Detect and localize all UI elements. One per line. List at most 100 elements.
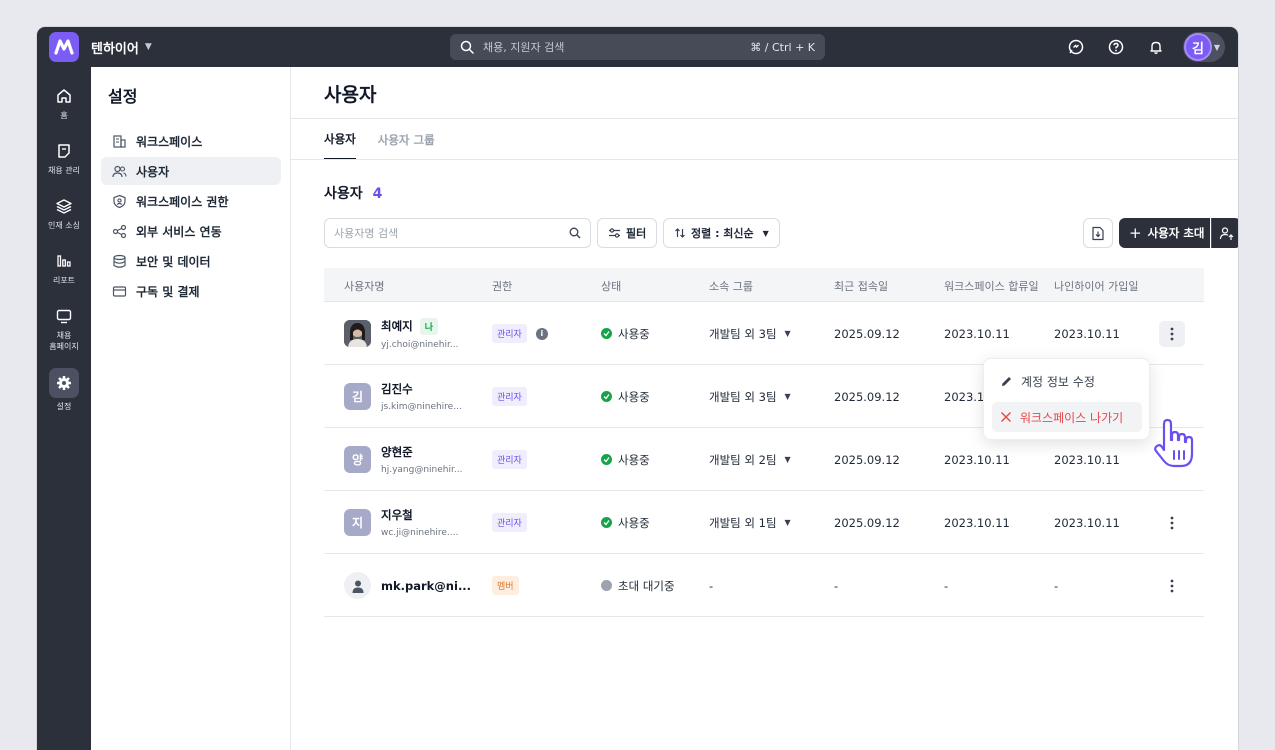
chevron-down-icon: ▼ bbox=[144, 42, 152, 52]
last-login: 2025.09.12 bbox=[834, 515, 900, 530]
group-dropdown[interactable]: 개발팀 외 3팀 ▼ bbox=[709, 302, 791, 365]
user-search-input[interactable]: 사용자명 검색 bbox=[324, 218, 591, 248]
sort-label: 정렬 : 최신순 bbox=[691, 227, 754, 240]
tab-users[interactable]: 사용자 bbox=[324, 119, 356, 160]
share-icon bbox=[111, 223, 127, 239]
column-header-name[interactable]: 사용자명 bbox=[344, 278, 384, 294]
close-icon bbox=[1001, 412, 1011, 422]
joined-ninehire: 2023.10.11 bbox=[1054, 515, 1120, 530]
rail-item-recruiting[interactable]: 채용 관리 bbox=[37, 140, 91, 176]
layers-icon bbox=[37, 195, 91, 217]
column-header-role[interactable]: 권한 bbox=[492, 278, 512, 294]
sidebar-item-label: 사용자 bbox=[136, 164, 170, 179]
top-bar: 텐하이어 ▼ 채용, 지원자 검색 ⌘ / Ctrl + K 김 ▼ bbox=[37, 27, 1238, 67]
search-placeholder: 채용, 지원자 검색 bbox=[483, 41, 565, 54]
more-options-button[interactable] bbox=[1159, 510, 1185, 536]
rail-item-sourcing[interactable]: 인재 소싱 bbox=[37, 195, 91, 231]
table-row[interactable]: mk.park@ni... 멤버 초대 대기중 - - - - bbox=[324, 554, 1204, 617]
more-options-button[interactable] bbox=[1159, 320, 1185, 347]
company-switcher[interactable]: 텐하이어 ▼ bbox=[91, 27, 152, 67]
group-text: 개발팀 외 2팀 bbox=[709, 452, 777, 467]
tab-user-groups[interactable]: 사용자 그룹 bbox=[378, 119, 435, 160]
status-text: 초대 대기중 bbox=[618, 578, 675, 593]
more-vertical-icon bbox=[1170, 327, 1174, 340]
check-circle-icon bbox=[601, 391, 612, 402]
bell-icon[interactable] bbox=[1146, 37, 1166, 57]
column-header-status[interactable]: 상태 bbox=[601, 278, 621, 294]
page-title: 사용자 bbox=[324, 84, 377, 106]
sidebar-item-label: 보안 및 데이터 bbox=[136, 254, 211, 269]
last-login: 2025.09.12 bbox=[834, 452, 900, 467]
avatar: 양 bbox=[344, 446, 371, 473]
sliders-icon bbox=[609, 228, 620, 238]
chevron-down-icon: ▼ bbox=[784, 392, 791, 401]
rail-item-careers-page[interactable]: 채용 홈페이지 bbox=[37, 305, 91, 352]
table-row[interactable]: 지 지우철 wc.ji@ninehire.... 관리자 사용중 개발팀 외 1… bbox=[324, 491, 1204, 554]
rail-label: 인재 소싱 bbox=[48, 221, 80, 230]
group-dropdown[interactable]: 개발팀 외 1팀 ▼ bbox=[709, 491, 791, 554]
joined-workspace: 2023.10.11 bbox=[944, 515, 1010, 530]
pencil-icon bbox=[1002, 376, 1011, 386]
rail-item-report[interactable]: 리포트 bbox=[37, 250, 91, 286]
sidebar-item-workspace[interactable]: 워크스페이스 bbox=[101, 127, 281, 155]
building-icon bbox=[111, 133, 127, 149]
section-title-text: 사용자 bbox=[324, 186, 363, 202]
export-button[interactable] bbox=[1083, 218, 1113, 248]
rail-label: 홈 bbox=[60, 111, 68, 120]
group-text: 개발팀 외 3팀 bbox=[709, 389, 777, 404]
info-icon[interactable]: i bbox=[535, 327, 548, 340]
app-logo[interactable] bbox=[49, 32, 79, 62]
sidebar-item-integrations[interactable]: 외부 서비스 연동 bbox=[101, 217, 281, 245]
clipboard-icon bbox=[37, 140, 91, 162]
sidebar-item-billing[interactable]: 구독 및 결제 bbox=[101, 277, 281, 305]
sidebar-item-users[interactable]: 사용자 bbox=[101, 157, 281, 185]
status-text: 사용중 bbox=[618, 452, 650, 467]
group-dropdown[interactable]: 개발팀 외 3팀 ▼ bbox=[709, 365, 791, 428]
user-menu[interactable]: 김 ▼ bbox=[1183, 32, 1225, 62]
table-row[interactable]: 최예지 나 yj.choi@ninehir... 관리자 i 사용중 개발팀 외 … bbox=[324, 302, 1204, 365]
rail-item-settings[interactable]: 설정 bbox=[37, 368, 91, 412]
joined-ninehire: 2023.10.11 bbox=[1054, 326, 1120, 341]
sidebar-item-label: 워크스페이스 bbox=[136, 134, 203, 149]
rail-label-line1: 채용 bbox=[56, 331, 72, 340]
user-search-placeholder: 사용자명 검색 bbox=[334, 227, 399, 240]
column-header-joined-ninehire[interactable]: 나인하이어 가입일 bbox=[1054, 278, 1138, 294]
more-options-button[interactable] bbox=[1159, 573, 1185, 599]
bulk-invite-button[interactable] bbox=[1211, 218, 1238, 248]
column-header-last-login[interactable]: 최근 접속일 bbox=[834, 278, 888, 294]
invite-user-button[interactable]: + 사용자 초대 bbox=[1119, 218, 1210, 248]
group-text: 개발팀 외 1팀 bbox=[709, 515, 777, 530]
column-header-group[interactable]: 소속 그룹 bbox=[709, 278, 753, 294]
sort-dropdown[interactable]: 정렬 : 최신순 ▼ bbox=[663, 218, 780, 248]
last-login: 2025.09.12 bbox=[834, 389, 900, 404]
gear-icon bbox=[49, 368, 79, 398]
bar-chart-icon bbox=[37, 250, 91, 272]
global-search[interactable]: 채용, 지원자 검색 ⌘ / Ctrl + K bbox=[450, 34, 825, 60]
group-dropdown[interactable]: 개발팀 외 2팀 ▼ bbox=[709, 428, 791, 491]
leave-workspace-menu-item[interactable]: 워크스페이스 나가기 bbox=[992, 402, 1142, 432]
more-vertical-icon bbox=[1170, 579, 1174, 592]
help-icon[interactable] bbox=[1106, 37, 1126, 57]
status-text: 사용중 bbox=[618, 389, 650, 404]
role-badge: 관리자 bbox=[492, 324, 527, 343]
card-icon bbox=[111, 283, 127, 299]
sidebar-item-permissions[interactable]: 워크스페이스 권한 bbox=[101, 187, 281, 215]
column-header-joined-workspace[interactable]: 워크스페이스 합류일 bbox=[944, 278, 1039, 294]
rail-label: 채용 관리 bbox=[48, 166, 80, 175]
invite-label: 사용자 초대 bbox=[1147, 226, 1205, 240]
rail-item-home[interactable]: 홈 bbox=[37, 85, 91, 121]
status-text: 사용중 bbox=[618, 326, 650, 341]
avatar: 김 bbox=[344, 383, 371, 410]
sidebar-item-label: 외부 서비스 연동 bbox=[136, 224, 222, 239]
search-shortcut: ⌘ / Ctrl + K bbox=[750, 40, 815, 54]
sidebar-item-security[interactable]: 보안 및 데이터 bbox=[101, 247, 281, 275]
more-vertical-icon bbox=[1170, 516, 1174, 529]
role-badge: 관리자 bbox=[492, 513, 527, 532]
chat-icon[interactable] bbox=[1066, 37, 1086, 57]
tab-bar: 사용자 사용자 그룹 bbox=[324, 119, 435, 160]
filter-button[interactable]: 필터 bbox=[597, 218, 658, 248]
last-login: 2025.09.12 bbox=[834, 326, 900, 341]
sort-icon bbox=[675, 228, 685, 238]
role-badge: 관리자 bbox=[492, 450, 527, 469]
edit-account-menu-item[interactable]: 계정 정보 수정 bbox=[992, 366, 1142, 396]
